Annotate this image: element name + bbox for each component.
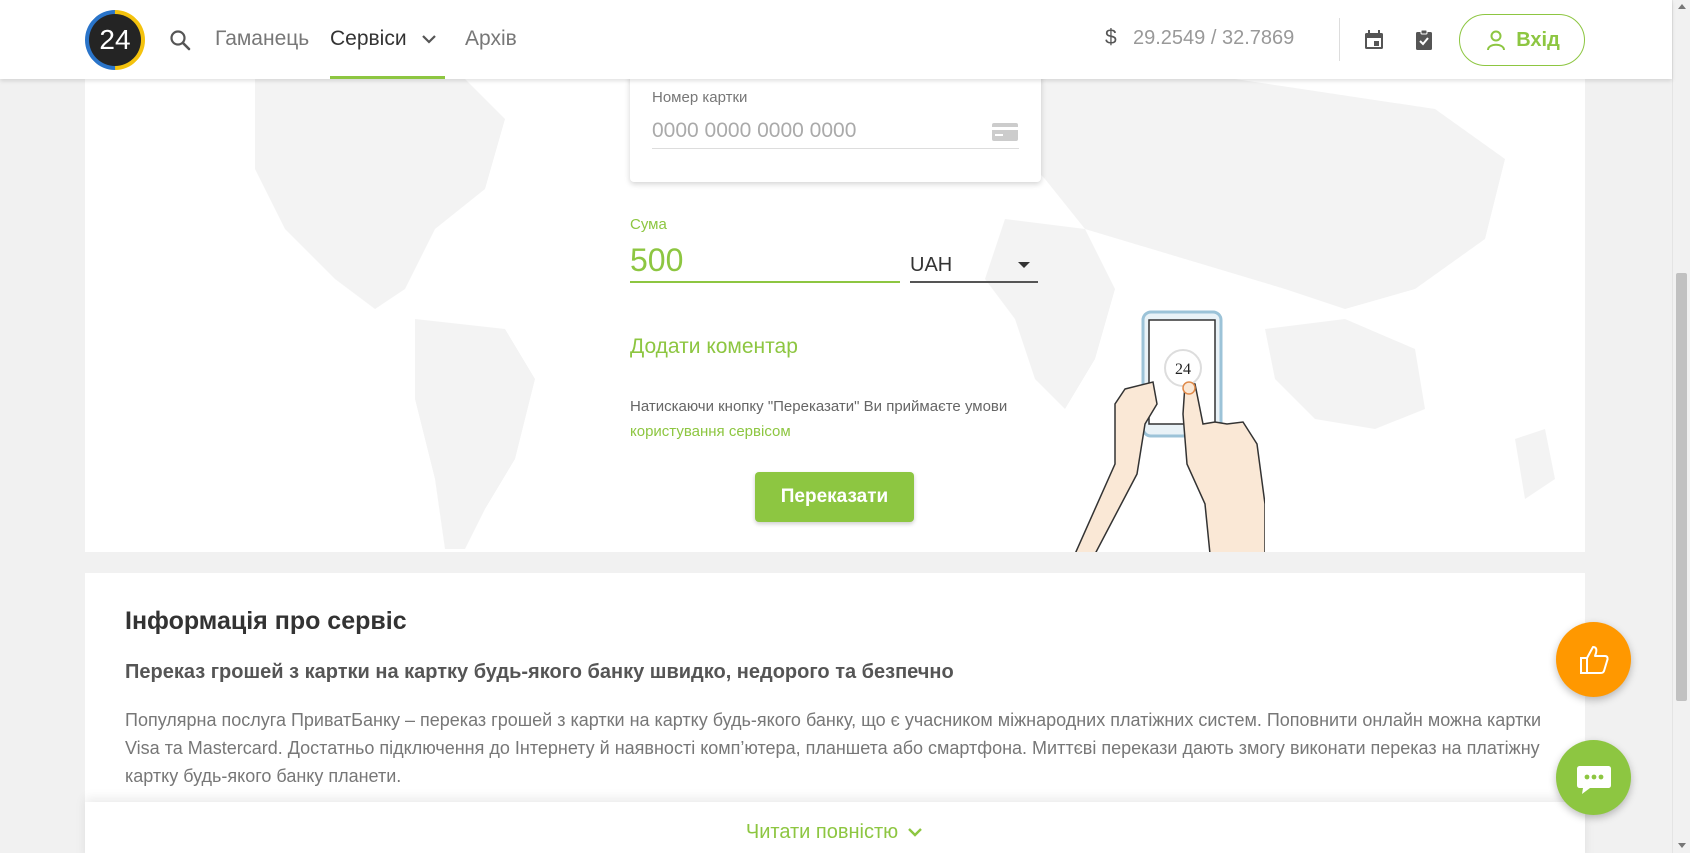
read-more-button[interactable]: Читати повністю <box>85 802 1585 853</box>
header-divider <box>1339 18 1340 61</box>
phone-badge-text: 24 <box>1175 361 1191 378</box>
sum-label: Сума <box>630 216 667 233</box>
chevron-down-icon <box>908 828 922 837</box>
currency-dollar-icon: $ <box>1105 26 1117 49</box>
transfer-button[interactable]: Переказати <box>755 472 914 522</box>
terms-prefix: Натискаючи кнопку "Переказати" Ви прийма… <box>630 398 1008 415</box>
nav-active-indicator <box>330 76 445 79</box>
nav-wallet[interactable]: Гаманець <box>215 27 309 51</box>
chevron-down-icon[interactable] <box>420 30 438 48</box>
sum-input[interactable] <box>630 239 900 283</box>
credit-card-icon <box>992 123 1018 141</box>
logo-text: 24 <box>99 24 131 55</box>
thumbs-up-icon <box>1579 645 1609 674</box>
scroll-down-arrow-icon[interactable] <box>1678 843 1686 848</box>
info-title: Інформація про сервіс <box>125 607 407 635</box>
info-subtitle: Переказ грошей з картки на картку будь-я… <box>125 661 954 683</box>
nav-services[interactable]: Сервіси <box>330 27 407 51</box>
feedback-like-button[interactable] <box>1556 622 1631 697</box>
search-icon[interactable] <box>168 28 192 52</box>
calendar-icon[interactable] <box>1362 28 1386 52</box>
dropdown-arrow-icon <box>1018 262 1030 268</box>
card-number-box: Номер картки <box>630 79 1041 182</box>
card-number-input[interactable] <box>652 113 1019 149</box>
phone-in-hand-illustration: 24 <box>1075 310 1265 552</box>
service-info-panel: Інформація про сервіс Переказ грошей з к… <box>85 573 1585 853</box>
read-more-label: Читати повністю <box>745 820 899 843</box>
card-number-label: Номер картки <box>652 89 748 106</box>
add-comment-link[interactable]: Додати коментар <box>630 335 798 359</box>
currency-select[interactable]: UAH <box>910 249 1038 283</box>
login-button[interactable]: Вхід <box>1459 14 1585 66</box>
page-scrollbar[interactable] <box>1672 0 1690 853</box>
clipboard-check-icon[interactable] <box>1412 28 1436 52</box>
exchange-rate[interactable]: 29.2549 / 32.7869 <box>1133 27 1294 50</box>
chat-button[interactable] <box>1556 740 1631 815</box>
user-icon <box>1487 30 1506 51</box>
scroll-up-arrow-icon[interactable] <box>1678 4 1686 9</box>
terms-link[interactable]: користування сервісом <box>630 423 791 440</box>
info-text: Популярна послуга ПриватБанку – переказ … <box>125 710 1542 786</box>
top-header: 24 Гаманець Сервіси Архів $ 29.2549 / 32… <box>0 0 1672 83</box>
nav-archive[interactable]: Архів <box>465 27 517 51</box>
chat-bubble-icon <box>1576 765 1611 794</box>
privat24-logo[interactable]: 24 <box>72 0 158 83</box>
transfer-panel: Номер картки Сума UAH Додати коментар На… <box>85 79 1585 552</box>
terms-text: Натискаючи кнопку "Переказати" Ви прийма… <box>630 394 1020 444</box>
scroll-thumb[interactable] <box>1676 273 1687 701</box>
currency-value: UAH <box>910 253 953 276</box>
login-label: Вхід <box>1516 28 1560 51</box>
